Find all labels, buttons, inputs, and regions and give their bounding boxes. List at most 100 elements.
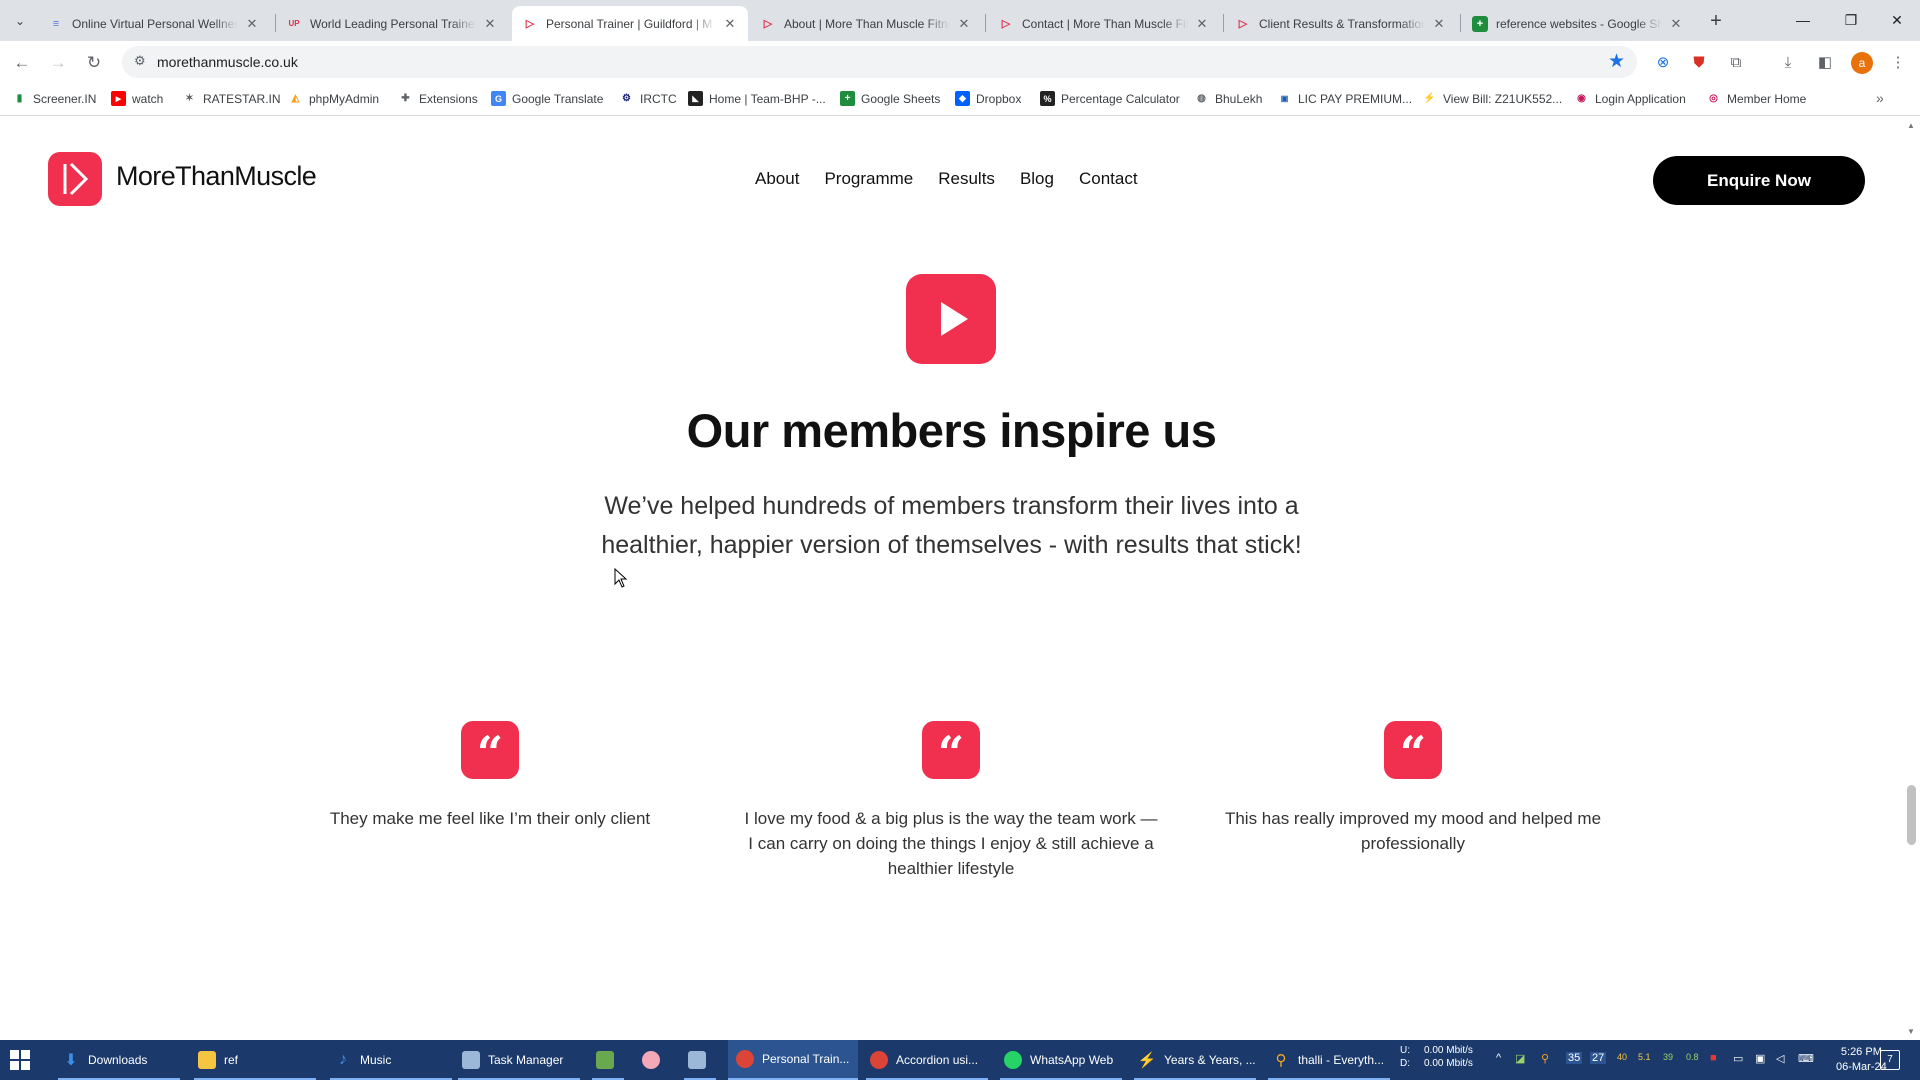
bookmarks-overflow-chevron-icon[interactable]: » [1876,90,1884,106]
bookmark-star-icon[interactable]: ★ [1608,50,1625,73]
browser-tab[interactable]: ▷ Client Results & Transformation ✕ [1225,6,1457,41]
tab-search-chevron-icon[interactable]: ⌄ [8,10,32,32]
taskbar-item-chrome-accordion[interactable]: Accordion usi... [862,1040,992,1080]
section-heading: Our members inspire us [686,404,1217,457]
tray-badge[interactable]: 27 [1590,1052,1607,1064]
browser-tab[interactable]: + reference websites - Google Sh ✕ [1462,6,1694,41]
site-info-icon[interactable]: ⚙ [134,53,146,69]
windows-start-icon[interactable] [10,1050,30,1070]
upload-speed: 0.00 Mbit/s [1424,1045,1473,1056]
taskbar-item-notepad[interactable] [588,1040,628,1080]
side-panel-icon[interactable]: ◧ [1813,51,1837,75]
chrome-icon [736,1050,754,1068]
bookmark-label: LIC PAY PREMIUM... [1298,91,1413,106]
bookmark-item[interactable]: ▣ LIC PAY PREMIUM... [1277,91,1412,106]
browser-tab-active[interactable]: ▷ Personal Trainer | Guildford | M ✕ [512,6,748,41]
close-tab-icon[interactable]: ✕ [956,16,972,32]
taskbar-label: Personal Train... [762,1052,850,1066]
bookmark-item[interactable]: ◍ BhuLekh [1194,91,1262,106]
tray-volume-icon[interactable]: ◁ [1776,1052,1784,1065]
scrollbar-thumb[interactable] [1907,785,1916,845]
nav-link-blog[interactable]: Blog [1020,169,1054,189]
bookmark-item[interactable]: ⚡ View Bill: Z21UK552... [1422,91,1562,106]
browser-tab[interactable]: ▷ Contact | More Than Muscle Fit ✕ [988,6,1220,41]
taskbar-item-downloads[interactable]: ⬇ Downloads [54,1040,184,1080]
bookmark-item[interactable]: ✚ Extensions [398,91,477,106]
bookmark-item[interactable]: ▶ watch [111,91,163,106]
bookmark-item[interactable]: ▮ Screener.IN [12,91,97,106]
brand-logo-icon[interactable] [48,152,102,206]
scroll-up-arrow-icon[interactable]: ▲ [1907,121,1915,130]
taskbar-item-everything-search[interactable]: ⚲ thalli - Everyth... [1264,1040,1394,1080]
nav-link-results[interactable]: Results [938,169,995,189]
pig-icon [642,1051,660,1069]
extension-globe-icon[interactable]: ⊗ [1651,51,1675,75]
back-arrow-icon[interactable]: ← [10,51,34,75]
url-text[interactable]: morethanmuscle.co.uk [157,54,298,70]
close-window-icon[interactable]: ✕ [1874,8,1920,32]
profile-avatar[interactable]: a [1851,52,1873,74]
taskbar-item-whatsapp[interactable]: WhatsApp Web [996,1040,1126,1080]
close-tab-icon[interactable]: ✕ [244,16,260,32]
dropbox-icon: ◆ [955,91,970,106]
bookmark-item[interactable]: ◭ phpMyAdmin [288,91,379,106]
close-tab-icon[interactable]: ✕ [482,16,498,32]
sheets-icon: + [840,91,855,106]
page-scrollbar[interactable]: ▲ ▼ [1903,117,1920,1040]
browser-tab[interactable]: ≡ Online Virtual Personal Wellness ✕ [38,6,270,41]
scroll-down-arrow-icon[interactable]: ▼ [1907,1027,1915,1036]
taskbar-item-document[interactable] [680,1040,720,1080]
tray-network-icon[interactable]: ▣ [1755,1052,1765,1065]
close-tab-icon[interactable]: ✕ [722,16,738,32]
browser-tab[interactable]: UP World Leading Personal Trainer ✕ [276,6,508,41]
bookmark-item[interactable]: % Percentage Calculator [1040,91,1180,106]
address-bar[interactable]: ⚙ morethanmuscle.co.uk ★ [122,46,1637,78]
browser-tab[interactable]: ▷ About | More Than Muscle Fitne ✕ [750,6,982,41]
tray-battery-icon[interactable]: ▭ [1733,1052,1743,1065]
taskbar-item-chrome-personal-trainer[interactable]: Personal Train... [728,1040,858,1080]
taskbar-item-task-manager[interactable]: Task Manager [454,1040,584,1080]
brand-name[interactable]: MoreThanMuscle [116,161,317,192]
bookmark-item[interactable]: + Google Sheets [840,91,940,106]
enquire-now-button[interactable]: Enquire Now [1653,156,1865,205]
tray-red-app-icon[interactable]: ■ [1710,1052,1717,1064]
bill-icon: ⚡ [1423,93,1436,104]
nav-link-contact[interactable]: Contact [1079,169,1138,189]
nav-link-programme[interactable]: Programme [824,169,913,189]
bookmark-item[interactable]: ◣ Home | Team-BHP -... [688,91,826,106]
reload-icon[interactable]: ↻ [82,51,106,75]
forward-arrow-icon[interactable]: → [46,51,70,75]
notification-center-icon[interactable]: 7 [1880,1050,1900,1070]
tray-search-icon[interactable]: ⚲ [1541,1052,1549,1065]
downloads-icon[interactable]: ⤓ [1776,51,1800,75]
bookmark-item[interactable]: ✶ RATESTAR.IN [182,91,280,106]
bookmark-item[interactable]: G Google Translate [491,91,603,106]
close-tab-icon[interactable]: ✕ [1668,16,1684,32]
bookmark-item[interactable]: ◆ Dropbox [955,91,1021,106]
extensions-puzzle-icon[interactable]: ⧉ [1724,51,1748,75]
menu-kebab-icon[interactable]: ⋮ [1886,51,1910,75]
bookmark-item[interactable]: ◉ Login Application [1574,91,1686,106]
minimize-icon[interactable]: — [1780,8,1826,32]
close-tab-icon[interactable]: ✕ [1194,16,1210,32]
new-tab-plus-icon[interactable]: + [1704,10,1728,32]
close-tab-icon[interactable]: ✕ [1431,16,1447,32]
tray-badge[interactable]: 35 [1566,1052,1583,1064]
restore-icon[interactable]: ❐ [1828,8,1874,32]
taskbar-item-winamp[interactable]: ⚡ Years & Years, ... [1130,1040,1260,1080]
video-play-icon[interactable] [906,274,996,364]
taskbar-label: WhatsApp Web [1030,1053,1114,1067]
tray-app-icon[interactable]: ◪ [1515,1052,1525,1065]
document-icon [688,1051,706,1069]
tray-overflow-chevron-icon[interactable]: ^ [1496,1052,1501,1064]
taskbar-item-pig-app[interactable] [634,1040,674,1080]
bookmark-item[interactable]: ⚙ IRCTC [619,91,677,106]
shield-extension-icon[interactable]: ⛊ [1687,51,1711,75]
bookmark-item[interactable]: ◎ Member Home [1706,91,1806,106]
taskbar-item-music[interactable]: ♪ Music [326,1040,456,1080]
tab-title: Personal Trainer | Guildford | M [546,16,713,31]
nav-link-about[interactable]: About [755,169,799,189]
tray-keyboard-icon[interactable]: ⌨ [1798,1052,1814,1065]
music-note-icon: ♪ [339,1051,347,1068]
taskbar-item-ref[interactable]: ref [190,1040,320,1080]
